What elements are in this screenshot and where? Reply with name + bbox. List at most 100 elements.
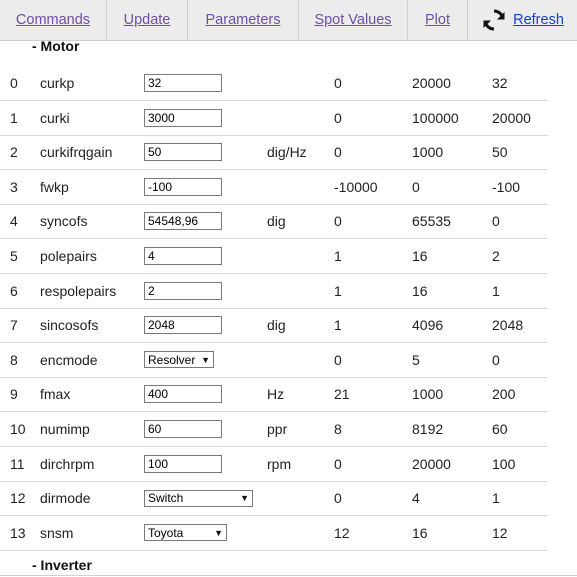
parameter-value-cell: Switch ▼ [144, 481, 253, 515]
parameter-default: 2 [492, 248, 500, 264]
parameter-default: 1 [492, 490, 500, 507]
parameter-default: 0 [492, 351, 500, 368]
parameter-max: 5 [412, 351, 420, 368]
parameter-default: 60 [492, 421, 508, 437]
parameter-name: dirmode [40, 490, 91, 507]
parameter-value-cell: Toyota ▼ [144, 516, 227, 550]
parameter-value-input[interactable] [144, 143, 222, 162]
parameter-index: 7 [10, 317, 18, 334]
parameters-link[interactable]: Parameters [206, 12, 281, 28]
parameter-value-select[interactable]: Toyota ▼ [144, 524, 227, 542]
parameter-min: 0 [334, 213, 342, 230]
parameter-min: 1 [334, 248, 342, 264]
parameter-default: 1 [492, 282, 500, 299]
parameter-name: syncofs [40, 213, 88, 230]
parameter-value-input[interactable] [144, 281, 222, 300]
parameter-max: 0 [412, 178, 420, 195]
commands-link[interactable]: Commands [16, 12, 90, 28]
parameter-max: 20000 [412, 455, 451, 472]
parameter-value-cell [144, 204, 222, 238]
parameter-min: 0 [334, 490, 342, 507]
parameter-max: 4096 [412, 317, 444, 334]
parameter-value-cell [144, 412, 222, 446]
parameter-value-input[interactable] [144, 74, 222, 92]
parameter-value-input[interactable] [144, 247, 222, 265]
parameter-default: 100 [492, 455, 516, 472]
parameter-row: 11 dirchrpm rpm 0 20000 100 [0, 447, 548, 482]
parameter-name: curki [40, 109, 70, 126]
parameter-value-cell [144, 377, 222, 411]
select-value-label: Resolver [148, 352, 196, 367]
parameter-name: respolepairs [40, 282, 117, 299]
parameter-row: 3 fwkp -10000 0 -100 [0, 170, 548, 205]
parameter-min: 8 [334, 421, 342, 437]
parameter-value-select[interactable]: Resolver ▼ [144, 351, 214, 369]
divider [0, 575, 577, 576]
section-motor-title: - Motor [32, 38, 80, 54]
parameter-index: 5 [10, 248, 18, 264]
plot-link[interactable]: Plot [425, 12, 450, 28]
refresh-link[interactable]: Refresh [513, 12, 564, 28]
parameter-value-input[interactable] [144, 212, 222, 231]
parameter-unit: dig/Hz [267, 144, 307, 161]
parameter-value-input[interactable] [144, 454, 222, 473]
parameter-name: fmax [40, 386, 71, 403]
parameter-value-select[interactable]: Switch ▼ [144, 489, 253, 507]
parameter-name: curkifrqgain [40, 144, 113, 161]
parameter-row: 7 sincosofs dig 1 4096 2048 [0, 308, 548, 344]
parameter-name: dirchrpm [40, 455, 95, 472]
parameter-min: -10000 [334, 178, 378, 195]
parameter-value-cell [144, 135, 222, 169]
update-link[interactable]: Update [124, 12, 171, 28]
parameter-index: 1 [10, 109, 18, 126]
parameter-default: 12 [492, 524, 508, 541]
spot-values-link[interactable]: Spot Values [314, 12, 391, 28]
parameter-min: 0 [334, 455, 342, 472]
parameter-unit: Hz [267, 386, 285, 403]
parameter-default: 0 [492, 213, 500, 230]
parameter-index: 8 [10, 351, 18, 368]
parameter-min: 1 [334, 317, 342, 334]
parameter-index: 2 [10, 144, 18, 161]
parameter-default: 2048 [492, 317, 524, 334]
parameter-min: 21 [334, 386, 350, 403]
parameter-index: 9 [10, 386, 18, 403]
parameter-value-cell [144, 170, 222, 204]
parameter-min: 1 [334, 282, 342, 299]
parameter-min: 12 [334, 524, 350, 541]
parameter-max: 100000 [412, 109, 459, 126]
refresh-icon[interactable] [481, 7, 507, 33]
parameter-max: 16 [412, 282, 428, 299]
chevron-down-icon: ▼ [214, 527, 223, 538]
parameter-value-cell: Resolver ▼ [144, 343, 214, 377]
parameter-max: 8192 [412, 421, 444, 437]
nav-refresh: Refresh [468, 0, 577, 40]
parameter-max: 1000 [412, 144, 444, 161]
parameter-default: 50 [492, 144, 508, 161]
parameter-index: 12 [10, 490, 26, 507]
parameter-name: encmode [40, 351, 98, 368]
parameter-value-cell [144, 274, 222, 308]
parameter-value-input[interactable] [144, 108, 222, 127]
parameter-name: polepairs [40, 248, 97, 264]
parameter-value-input[interactable] [144, 177, 222, 196]
parameter-value-input[interactable] [144, 420, 222, 438]
parameter-row: 4 syncofs dig 0 65535 0 [0, 204, 548, 240]
parameter-index: 10 [10, 421, 26, 437]
parameter-max: 16 [412, 524, 428, 541]
parameter-row: 1 curki 0 100000 20000 [0, 101, 548, 136]
parameter-row: 13 snsm Toyota ▼ 12 16 12 [0, 516, 548, 551]
parameter-value-input[interactable] [144, 316, 222, 335]
parameter-name: fwkp [40, 178, 69, 195]
parameter-unit: dig [267, 213, 286, 230]
select-value-label: Switch [148, 491, 184, 506]
parameter-min: 0 [334, 144, 342, 161]
parameter-index: 11 [10, 455, 25, 472]
parameter-index: 0 [10, 75, 18, 91]
parameter-index: 6 [10, 282, 18, 299]
parameter-value-cell [144, 66, 222, 100]
nav-parameters: Parameters [188, 0, 299, 40]
parameter-value-input[interactable] [144, 385, 222, 404]
parameter-name: numimp [40, 421, 90, 437]
parameter-row: 2 curkifrqgain dig/Hz 0 1000 50 [0, 135, 548, 171]
